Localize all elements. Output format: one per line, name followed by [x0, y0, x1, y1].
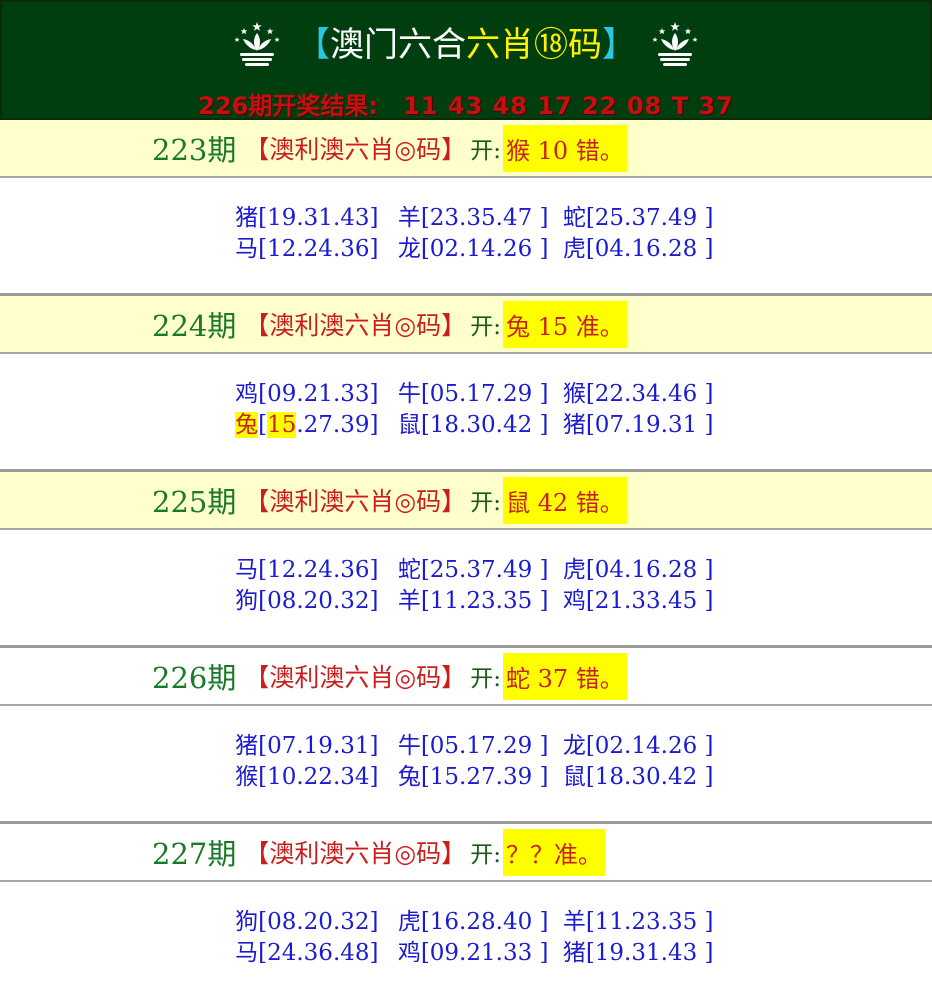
zodiac-cell: 羊[11.23.35 ] — [397, 588, 549, 614]
prediction-label: 【澳利澳六肖◎码】 — [244, 135, 467, 164]
latest-result: 226期开奖结果: 11 43 48 17 22 08 T 37 — [2, 86, 930, 121]
zodiac-cell: 猪[19.31.43] — [235, 205, 379, 231]
hit-zodiac: 兔 — [235, 412, 259, 438]
zodiac-cell: 猪[19.31.43 ] — [562, 940, 714, 966]
zodiac-cell: 蛇[25.37.49 ] — [562, 205, 714, 231]
period-header: 227期 【澳利澳六肖◎码】 开: ？？准。 — [0, 824, 932, 882]
zodiac-cell: 马[12.24.36] — [235, 236, 379, 262]
zodiac-row: 狗[08.20.32] 虎[16.28.40 ] 羊[11.23.35 ] — [0, 907, 932, 938]
zodiac-cell: 马[24.36.48] — [235, 940, 379, 966]
zodiac-row: 马[12.24.36] 龙[02.14.26 ] 虎[04.16.28 ] — [0, 234, 932, 265]
zodiac-cell: 鸡[21.33.45 ] — [562, 588, 714, 614]
zodiac-cell: 鸡[09.21.33 ] — [397, 940, 549, 966]
zodiac-row: 猪[07.19.31] 牛[05.17.29 ] 龙[02.14.26 ] — [0, 731, 932, 762]
zodiac-grid: 猪[07.19.31] 牛[05.17.29 ] 龙[02.14.26 ] 猴[… — [0, 706, 932, 821]
open-label: 开: — [470, 138, 501, 164]
result-numbers: 11 43 48 17 22 08 T 37 — [403, 92, 734, 120]
zodiac-row: 鸡[09.21.33] 牛[05.17.29 ] 猴[22.34.46 ] — [0, 379, 932, 410]
period-block: 226期 【澳利澳六肖◎码】 开: 蛇 37 错。 猪[07.19.31] 牛[… — [0, 648, 932, 824]
zodiac-cell: 狗[08.20.32] — [235, 909, 379, 935]
period-header: 224期 【澳利澳六肖◎码】 开: 兔 15 准。 — [0, 296, 932, 354]
draw-answer: 蛇 37 错。 — [502, 652, 627, 700]
open-label: 开: — [470, 314, 501, 340]
zodiac-row: 兔[15.27.39] 鼠[18.30.42 ] 猪[07.19.31 ] — [0, 410, 932, 441]
draw-answer: 鼠 42 错。 — [502, 476, 627, 524]
zodiac-cell: 牛[05.17.29 ] — [397, 733, 549, 759]
zodiac-cell: 鼠[18.30.42 ] — [397, 412, 549, 438]
period-header: 225期 【澳利澳六肖◎码】 开: 鼠 42 错。 — [0, 472, 932, 530]
zodiac-cell: 羊[23.35.47 ] — [397, 205, 549, 231]
zodiac-row: 猴[10.22.34] 兔[15.27.39 ] 鼠[18.30.42 ] — [0, 762, 932, 793]
open-label: 开: — [470, 666, 501, 692]
zodiac-cell: 蛇[25.37.49 ] — [397, 557, 549, 583]
title-bracket-right: 】 — [602, 25, 636, 65]
zodiac-cell: 羊[11.23.35 ] — [562, 909, 714, 935]
zodiac-cell: 马[12.24.36] — [235, 557, 379, 583]
draw-answer: ？？准。 — [502, 828, 605, 876]
zodiac-cell: 狗[08.20.32] — [235, 588, 379, 614]
zodiac-row: 狗[08.20.32] 羊[11.23.35 ] 鸡[21.33.45 ] — [0, 586, 932, 617]
macau-lotus-emblem-icon — [652, 22, 698, 66]
prediction-label: 【澳利澳六肖◎码】 — [244, 839, 467, 868]
zodiac-cell: 龙[02.14.26 ] — [562, 733, 714, 759]
zodiac-grid: 鸡[09.21.33] 牛[05.17.29 ] 猴[22.34.46 ] 兔[… — [0, 354, 932, 469]
zodiac-cell: 兔[15.27.39 ] — [397, 764, 549, 790]
issue-number: 224期 — [152, 309, 237, 343]
issue-number: 227期 — [152, 837, 237, 871]
zodiac-cell: 牛[05.17.29 ] — [397, 381, 549, 407]
issue-number: 225期 — [152, 485, 237, 519]
hit-open-bracket: [ — [258, 412, 268, 438]
zodiac-grid: 狗[08.20.32] 虎[16.28.40 ] 羊[11.23.35 ] 马[… — [0, 882, 932, 997]
zodiac-cell: 猴[10.22.34] — [235, 764, 379, 790]
zodiac-cell: 鸡[09.21.33] — [235, 381, 379, 407]
zodiac-cell: 鼠[18.30.42 ] — [562, 764, 714, 790]
zodiac-cell: 虎[04.16.28 ] — [562, 236, 714, 262]
title-bracket-left: 【 — [296, 25, 330, 65]
period-block: 227期 【澳利澳六肖◎码】 开: ？？准。 狗[08.20.32] 虎[16.… — [0, 824, 932, 997]
zodiac-row: 猪[19.31.43] 羊[23.35.47 ] 蛇[25.37.49 ] — [0, 203, 932, 234]
period-header: 226期 【澳利澳六肖◎码】 开: 蛇 37 错。 — [0, 648, 932, 706]
zodiac-cell: 猪[07.19.31] — [235, 733, 379, 759]
macau-lotus-emblem-icon — [234, 22, 280, 66]
zodiac-cell-hit: 兔[15.27.39] — [219, 410, 379, 441]
period-block: 225期 【澳利澳六肖◎码】 开: 鼠 42 错。 马[12.24.36] 蛇[… — [0, 472, 932, 648]
zodiac-cell: 猪[07.19.31 ] — [562, 412, 714, 438]
issue-number: 223期 — [152, 133, 237, 167]
prediction-label: 【澳利澳六肖◎码】 — [244, 487, 467, 516]
prediction-label: 【澳利澳六肖◎码】 — [244, 311, 467, 340]
zodiac-cell: 猴[22.34.46 ] — [562, 381, 714, 407]
period-header: 223期 【澳利澳六肖◎码】 开: 猴 10 错。 — [0, 120, 932, 178]
page-title: 【澳门六合六肖⑱码】 — [296, 28, 636, 62]
zodiac-row: 马[24.36.48] 鸡[09.21.33 ] 猪[19.31.43 ] — [0, 938, 932, 969]
zodiac-cell: 龙[02.14.26 ] — [397, 236, 549, 262]
prediction-label: 【澳利澳六肖◎码】 — [244, 663, 467, 692]
title-part-yellow: 六肖⑱码 — [466, 25, 602, 65]
result-label: 226期开奖结果: — [198, 92, 378, 120]
zodiac-grid: 猪[19.31.43] 羊[23.35.47 ] 蛇[25.37.49 ] 马[… — [0, 178, 932, 293]
page: 【澳门六合六肖⑱码】 226期开奖结果: 11 43 48 17 22 08 T… — [0, 0, 932, 1008]
open-label: 开: — [470, 842, 501, 868]
zodiac-cell: 虎[16.28.40 ] — [397, 909, 549, 935]
draw-answer: 猴 10 错。 — [502, 124, 627, 172]
hit-rest: .27.39] — [296, 412, 379, 438]
zodiac-cell: 虎[04.16.28 ] — [562, 557, 714, 583]
hit-number: 15 — [267, 412, 297, 438]
zodiac-row: 马[12.24.36] 蛇[25.37.49 ] 虎[04.16.28 ] — [0, 555, 932, 586]
open-label: 开: — [470, 490, 501, 516]
period-block: 223期 【澳利澳六肖◎码】 开: 猴 10 错。 猪[19.31.43] 羊[… — [0, 120, 932, 296]
issue-number: 226期 — [152, 661, 237, 695]
period-block: 224期 【澳利澳六肖◎码】 开: 兔 15 准。 鸡[09.21.33] 牛[… — [0, 296, 932, 472]
zodiac-grid: 马[12.24.36] 蛇[25.37.49 ] 虎[04.16.28 ] 狗[… — [0, 530, 932, 645]
header-banner: 【澳门六合六肖⑱码】 226期开奖结果: 11 43 48 17 22 08 T… — [0, 0, 932, 120]
draw-answer: 兔 15 准。 — [502, 300, 627, 348]
title-part-white: 澳门六合 — [330, 25, 466, 65]
title-row: 【澳门六合六肖⑱码】 — [2, 10, 930, 80]
